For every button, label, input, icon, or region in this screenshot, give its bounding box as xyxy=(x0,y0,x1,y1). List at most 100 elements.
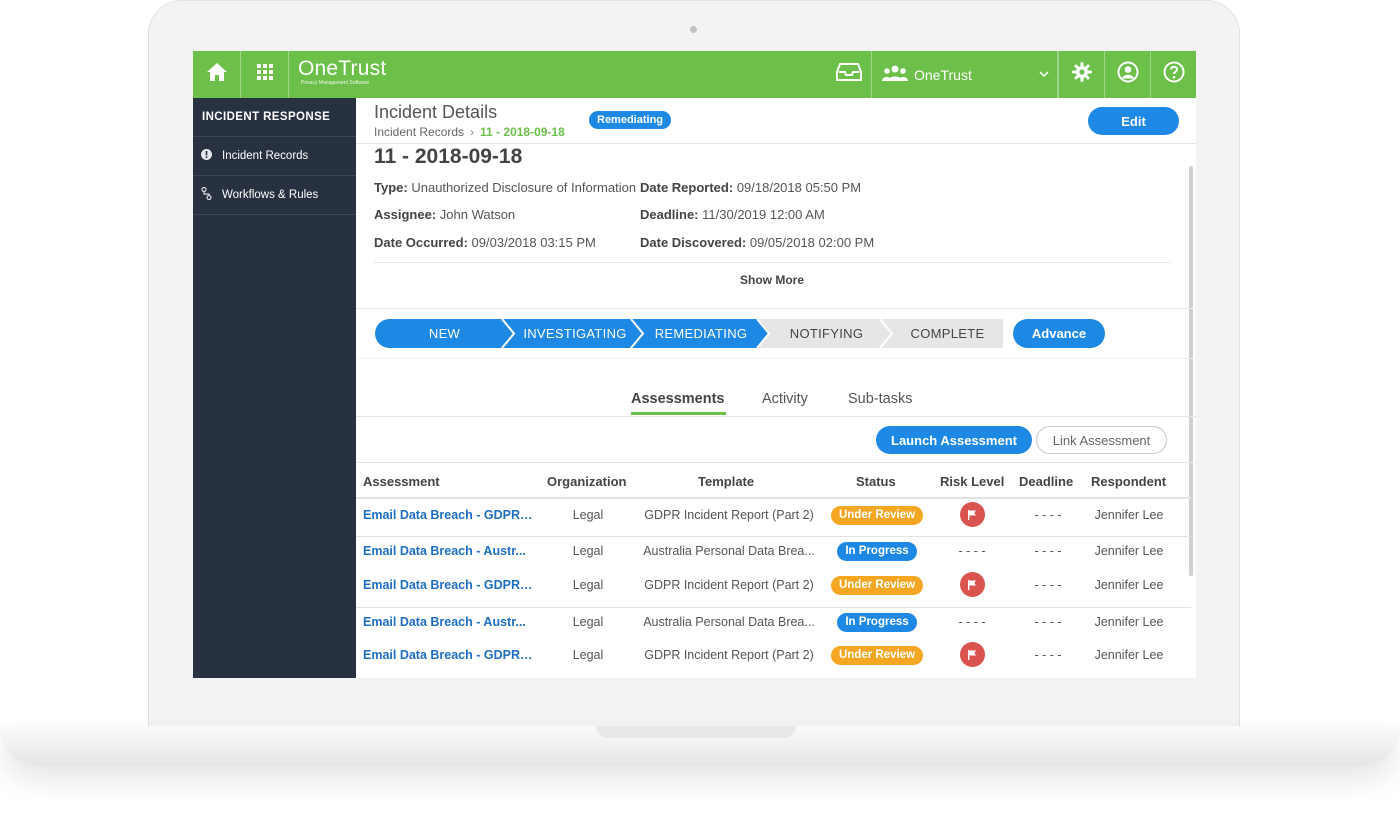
table-row[interactable]: Email Data Breach - GDPR ... Legal GDPR In… xyxy=(356,499,1191,533)
cell-organization: Legal xyxy=(572,544,604,558)
assessment-link[interactable]: Email Data Breach - Austr... xyxy=(363,615,533,629)
assessment-link[interactable]: Email Data Breach - GDPR ... xyxy=(363,578,533,592)
cell-template: Australia Personal Data Brea... xyxy=(643,615,815,629)
column-header-status[interactable]: Status xyxy=(856,474,896,489)
advance-button[interactable]: Advance xyxy=(1013,319,1105,348)
assessment-link[interactable]: Email Data Breach - Austr... xyxy=(363,544,533,558)
table-row[interactable]: Email Data Breach - Austr... Legal Austral… xyxy=(356,535,1191,569)
active-tab-indicator xyxy=(631,412,726,415)
inbox-icon xyxy=(835,63,862,86)
sidebar-item-label: Incident Records xyxy=(222,150,309,162)
gear-icon xyxy=(1071,62,1092,87)
column-header-assessment[interactable]: Assessment xyxy=(363,474,440,489)
edit-button[interactable]: Edit xyxy=(1088,107,1179,135)
logo-name: OneTrust xyxy=(298,57,387,80)
detail-date-reported-value: 09/18/2018 05:50 PM xyxy=(736,180,862,195)
inbox-button[interactable] xyxy=(826,51,872,98)
divider xyxy=(356,358,1196,359)
org-selector-label: OneTrust xyxy=(914,66,972,83)
link-assessment-button[interactable]: Link Assessment xyxy=(1036,426,1167,454)
assessment-link[interactable]: Email Data Breach - GDPR ... xyxy=(363,508,533,522)
table-header: Assessment Organization Template Status … xyxy=(356,463,1191,499)
detail-date-discovered-value: 09/05/2018 02:00 PM xyxy=(749,235,875,250)
cell-status: Under Review xyxy=(822,646,932,665)
column-header-template[interactable]: Template xyxy=(698,474,754,489)
detail-type: Type: Unauthorized Disclosure of Informa… xyxy=(374,180,637,195)
divider xyxy=(356,416,1196,417)
column-header-deadline[interactable]: Deadline xyxy=(1019,474,1073,489)
tab-assessments[interactable]: Assessments xyxy=(631,391,725,407)
column-header-organization[interactable]: Organization xyxy=(547,474,626,489)
status-badge: Under Review xyxy=(830,506,924,525)
tab-activity[interactable]: Activity xyxy=(762,391,808,407)
settings-button[interactable] xyxy=(1058,51,1104,98)
tab-sub-tasks[interactable]: Sub-tasks xyxy=(848,391,912,407)
page-title: Incident Details xyxy=(374,102,498,122)
column-header-respondent[interactable]: Respondent xyxy=(1091,474,1166,489)
home-icon xyxy=(206,62,228,87)
cell-deadline: - - - - xyxy=(1034,648,1062,662)
help-icon xyxy=(1163,61,1185,88)
camera-dot xyxy=(690,26,697,33)
cell-organization: Legal xyxy=(572,648,604,662)
workflow-icon xyxy=(201,186,222,203)
step-notifying[interactable]: NOTIFYING xyxy=(761,319,892,348)
detail-assignee-value: John Watson xyxy=(439,207,516,222)
sidebar-title: INCIDENT RESPONSE xyxy=(193,98,356,137)
table-row[interactable]: Email Data Breach - Austr... Legal Austral… xyxy=(356,606,1191,640)
sidebar-item-label: Workflows & Rules xyxy=(222,189,319,201)
cell-deadline: - - - - xyxy=(1034,615,1062,629)
top-bar-spacer xyxy=(449,51,826,98)
grid-icon xyxy=(256,63,274,86)
detail-date-occurred-label: Date Occurred: xyxy=(374,235,468,250)
user-circle-icon xyxy=(1117,61,1139,88)
home-button[interactable] xyxy=(193,51,241,98)
table-row[interactable]: Email Data Breach - GDPR ... Legal GDPR In… xyxy=(356,569,1191,603)
breadcrumb: Incident Records › 11 - 2018-09-18 xyxy=(374,125,565,139)
sidebar-item-incident-records[interactable]: Incident Records xyxy=(193,137,356,176)
top-bar: OneTrust Privacy Management Software One… xyxy=(193,51,1196,98)
cell-respondent: Jennifer Lee xyxy=(1094,544,1164,558)
detail-date-discovered: Date Discovered: 09/05/2018 02:00 PM xyxy=(640,235,874,250)
chevron-down-icon xyxy=(1039,69,1049,80)
step-investigating[interactable]: INVESTIGATING xyxy=(507,319,643,348)
step-complete[interactable]: COMPLETE xyxy=(885,319,1010,348)
sidebar-item-workflows-rules[interactable]: Workflows & Rules xyxy=(193,176,356,215)
show-more-link[interactable]: Show More xyxy=(356,273,1188,287)
help-button[interactable] xyxy=(1150,51,1196,98)
step-remediating[interactable]: REMEDIATING xyxy=(635,319,767,348)
record-title: 11 - 2018-09-18 xyxy=(374,145,523,168)
breadcrumb-separator: › xyxy=(470,125,475,139)
flag-icon xyxy=(959,502,985,527)
cell-risk-level: - - - - xyxy=(958,615,986,629)
breadcrumb-current: 11 - 2018-09-18 xyxy=(480,125,565,139)
status-badge: In Progress xyxy=(837,613,917,632)
org-selector[interactable]: OneTrust xyxy=(872,51,1058,98)
cell-risk-level xyxy=(942,642,1002,667)
detail-date-reported-label: Date Reported: xyxy=(640,180,734,195)
flag-icon xyxy=(959,572,985,597)
apps-button[interactable] xyxy=(241,51,289,98)
cell-status: Under Review xyxy=(822,506,932,525)
profile-button[interactable] xyxy=(1104,51,1150,98)
onetrust-logo[interactable]: OneTrust Privacy Management Software xyxy=(289,51,449,98)
cell-organization: Legal xyxy=(572,508,604,522)
column-header-risk-level[interactable]: Risk Level xyxy=(940,474,1004,489)
launch-assessment-button[interactable]: Launch Assessment xyxy=(876,426,1032,454)
row-divider xyxy=(356,536,1191,537)
cell-deadline: - - - - xyxy=(1034,578,1062,592)
step-new[interactable]: NEW xyxy=(375,319,514,348)
row-divider xyxy=(356,607,1191,608)
divider xyxy=(356,308,1196,309)
assessment-link[interactable]: Email Data Breach - GDPR ... xyxy=(363,648,533,662)
cell-status: In Progress xyxy=(822,613,932,632)
breadcrumb-parent[interactable]: Incident Records xyxy=(374,125,464,139)
status-badge: Remediating xyxy=(589,111,672,129)
cell-respondent: Jennifer Lee xyxy=(1094,578,1164,592)
laptop-notch xyxy=(596,726,796,738)
table-row[interactable]: Email Data Breach - GDPR ... Legal GDPR In… xyxy=(356,639,1191,673)
app-screen: OneTrust Privacy Management Software One… xyxy=(193,51,1196,678)
detail-deadline-label: Deadline: xyxy=(640,207,699,222)
cell-template: GDPR Incident Report (Part 2) xyxy=(644,508,814,522)
detail-type-label: Type: xyxy=(374,180,408,195)
